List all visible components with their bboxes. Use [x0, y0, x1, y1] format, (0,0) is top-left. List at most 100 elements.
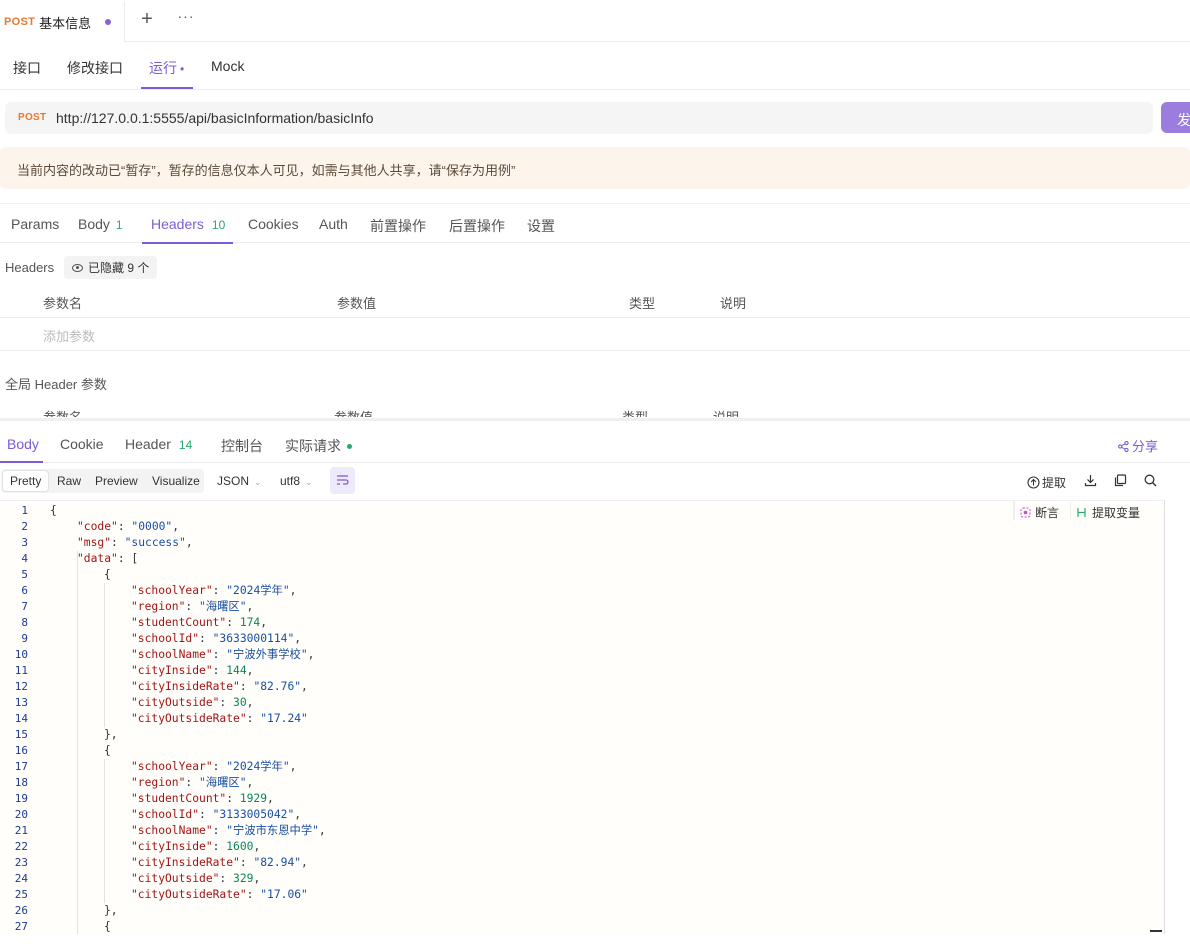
json-punct: ,: [253, 872, 261, 885]
extract-variable-button[interactable]: 提取变量: [1076, 504, 1140, 521]
json-punct: ,: [318, 824, 326, 837]
response-body-editor[interactable]: 1 2 3 4 5 6 7 8 9 10 11 12 13 14 15 16 17 18 19 20 21 22 23 24 2…: [0, 500, 1165, 934]
json-value: 174: [239, 616, 261, 629]
json-punct: :: [239, 680, 254, 693]
global-col-param-value: 参数值: [334, 407, 373, 417]
line-number: 8: [21, 616, 28, 629]
new-tab-button[interactable]: +: [137, 9, 157, 30]
line-number: 14: [14, 712, 28, 725]
resp-tab-actual-request-label: 实际请求: [285, 438, 341, 454]
tab-pre-ops[interactable]: 前置操作: [370, 216, 426, 236]
hidden-headers-toggle[interactable]: 已隐藏 9 个: [64, 256, 158, 279]
json-punct: :: [226, 616, 240, 629]
line-number-gutter: 1 2 3 4 5 6 7 8 9 10 11 12 13 14 15 16 17 18 19 20 21 22 23 24 2…: [0, 503, 28, 934]
line-number: 26: [14, 904, 28, 917]
code-line: {: [50, 567, 326, 583]
global-header-table-header: 参数名 参数值 类型 说明: [0, 400, 1190, 417]
json-punct: :: [199, 632, 213, 645]
tab-params[interactable]: Params: [11, 216, 59, 232]
format-visualize[interactable]: Visualize: [152, 474, 200, 488]
tab-headers[interactable]: Headers 10: [151, 216, 225, 232]
more-icon[interactable]: ···: [176, 8, 196, 28]
json-punct: ,: [301, 856, 308, 869]
content-type-dropdown[interactable]: JSON ⌄: [217, 474, 262, 488]
json-punct: :: [239, 856, 254, 869]
line-number: 11: [14, 664, 28, 677]
json-punct: :: [226, 792, 240, 805]
resp-tab-body[interactable]: Body: [7, 436, 39, 452]
subtab-interface[interactable]: 接口: [13, 58, 41, 78]
resp-tab-active-indicator: [0, 461, 43, 463]
json-punct: :: [212, 664, 227, 677]
line-number: 7: [21, 600, 28, 613]
line-number: 24: [14, 872, 28, 885]
format-pretty[interactable]: Pretty: [3, 471, 49, 491]
tab-body[interactable]: Body 1: [78, 216, 123, 232]
tab-settings[interactable]: 设置: [527, 216, 555, 236]
json-value: "宁波市东恩中学": [226, 824, 319, 837]
send-button[interactable]: 发: [1161, 102, 1190, 133]
encoding-dropdown[interactable]: utf8 ⌄: [280, 474, 313, 488]
line-number: 20: [14, 808, 28, 821]
add-param-input[interactable]: 添加参数: [43, 326, 95, 345]
format-raw[interactable]: Raw: [57, 474, 81, 488]
resp-tab-cookie[interactable]: Cookie: [60, 436, 104, 452]
col-param-value: 参数值: [337, 296, 377, 311]
subtab-mock[interactable]: Mock: [211, 58, 244, 74]
format-preview[interactable]: Preview: [95, 474, 138, 488]
line-number: 3: [21, 536, 28, 549]
code-line: "region": "海曙区",: [50, 775, 326, 791]
json-key: "schoolName": [131, 648, 213, 661]
tab-body-label: Body: [78, 216, 110, 232]
json-key: "schoolName": [131, 824, 213, 837]
json-punct: ,: [246, 664, 254, 677]
download-button[interactable]: [1084, 474, 1097, 490]
code-line: "cityOutsideRate": "17.06": [50, 887, 326, 903]
tab-auth[interactable]: Auth: [319, 216, 348, 232]
eye-icon: [72, 263, 83, 272]
subtab-run[interactable]: 运行 •: [149, 58, 184, 78]
top-tab-strip: POST 基本信息 + ···: [0, 0, 1190, 42]
code-line: {: [50, 919, 326, 934]
extract-button[interactable]: 提取: [1027, 474, 1066, 491]
extract-variable-label: 提取变量: [1092, 506, 1141, 520]
share-button[interactable]: 分享: [1118, 436, 1158, 455]
json-punct: :: [212, 584, 227, 597]
word-wrap-button[interactable]: [330, 467, 355, 494]
app-window: POST 基本信息 + ··· 接口 修改接口 运行 • Mock POST ht…: [0, 0, 1190, 949]
tab-post-ops[interactable]: 后置操作: [449, 216, 505, 236]
download-icon: [1084, 475, 1097, 487]
code-line: "schoolId": "3633000114",: [50, 631, 326, 647]
scrollbar[interactable]: [1150, 930, 1162, 932]
resp-tab-console[interactable]: 控制台: [221, 436, 263, 456]
assert-button[interactable]: 断言: [1020, 504, 1059, 521]
json-punct: ,: [246, 776, 254, 789]
url-input[interactable]: http://127.0.0.1:5555/api/basicInformati…: [56, 110, 374, 126]
code-line: {: [50, 503, 326, 519]
code-line: "schoolYear": "2024学年",: [50, 583, 326, 599]
json-key: "studentCount": [131, 616, 227, 629]
tab-basic-info[interactable]: POST 基本信息: [0, 2, 125, 42]
json-key: "cityOutsideRate": [131, 712, 247, 725]
json-value: "3133005042": [212, 808, 295, 821]
json-punct: ,: [289, 584, 297, 597]
json-punct: :: [246, 712, 261, 725]
search-button[interactable]: [1144, 474, 1157, 490]
wrap-icon: [337, 475, 349, 485]
json-punct: ,: [246, 600, 254, 613]
resp-tab-header[interactable]: Header 14: [125, 436, 192, 452]
divider: [1070, 502, 1071, 519]
json-punct: {: [104, 920, 111, 933]
global-header-label: 全局 Header 参数: [5, 377, 107, 392]
run-modified-dot: •: [180, 62, 185, 76]
method-select[interactable]: POST: [18, 112, 46, 123]
json-punct: ,: [253, 840, 261, 853]
line-number: 1: [21, 504, 28, 517]
resp-tab-actual-request[interactable]: 实际请求: [285, 436, 352, 456]
request-url-bar[interactable]: POST http://127.0.0.1:5555/api/basicInfo…: [5, 102, 1153, 134]
tab-cookies[interactable]: Cookies: [248, 216, 299, 232]
subtab-edit-interface[interactable]: 修改接口: [67, 58, 123, 78]
json-value: 1929: [239, 792, 268, 805]
copy-button[interactable]: [1114, 474, 1127, 490]
line-number: 10: [14, 648, 28, 661]
